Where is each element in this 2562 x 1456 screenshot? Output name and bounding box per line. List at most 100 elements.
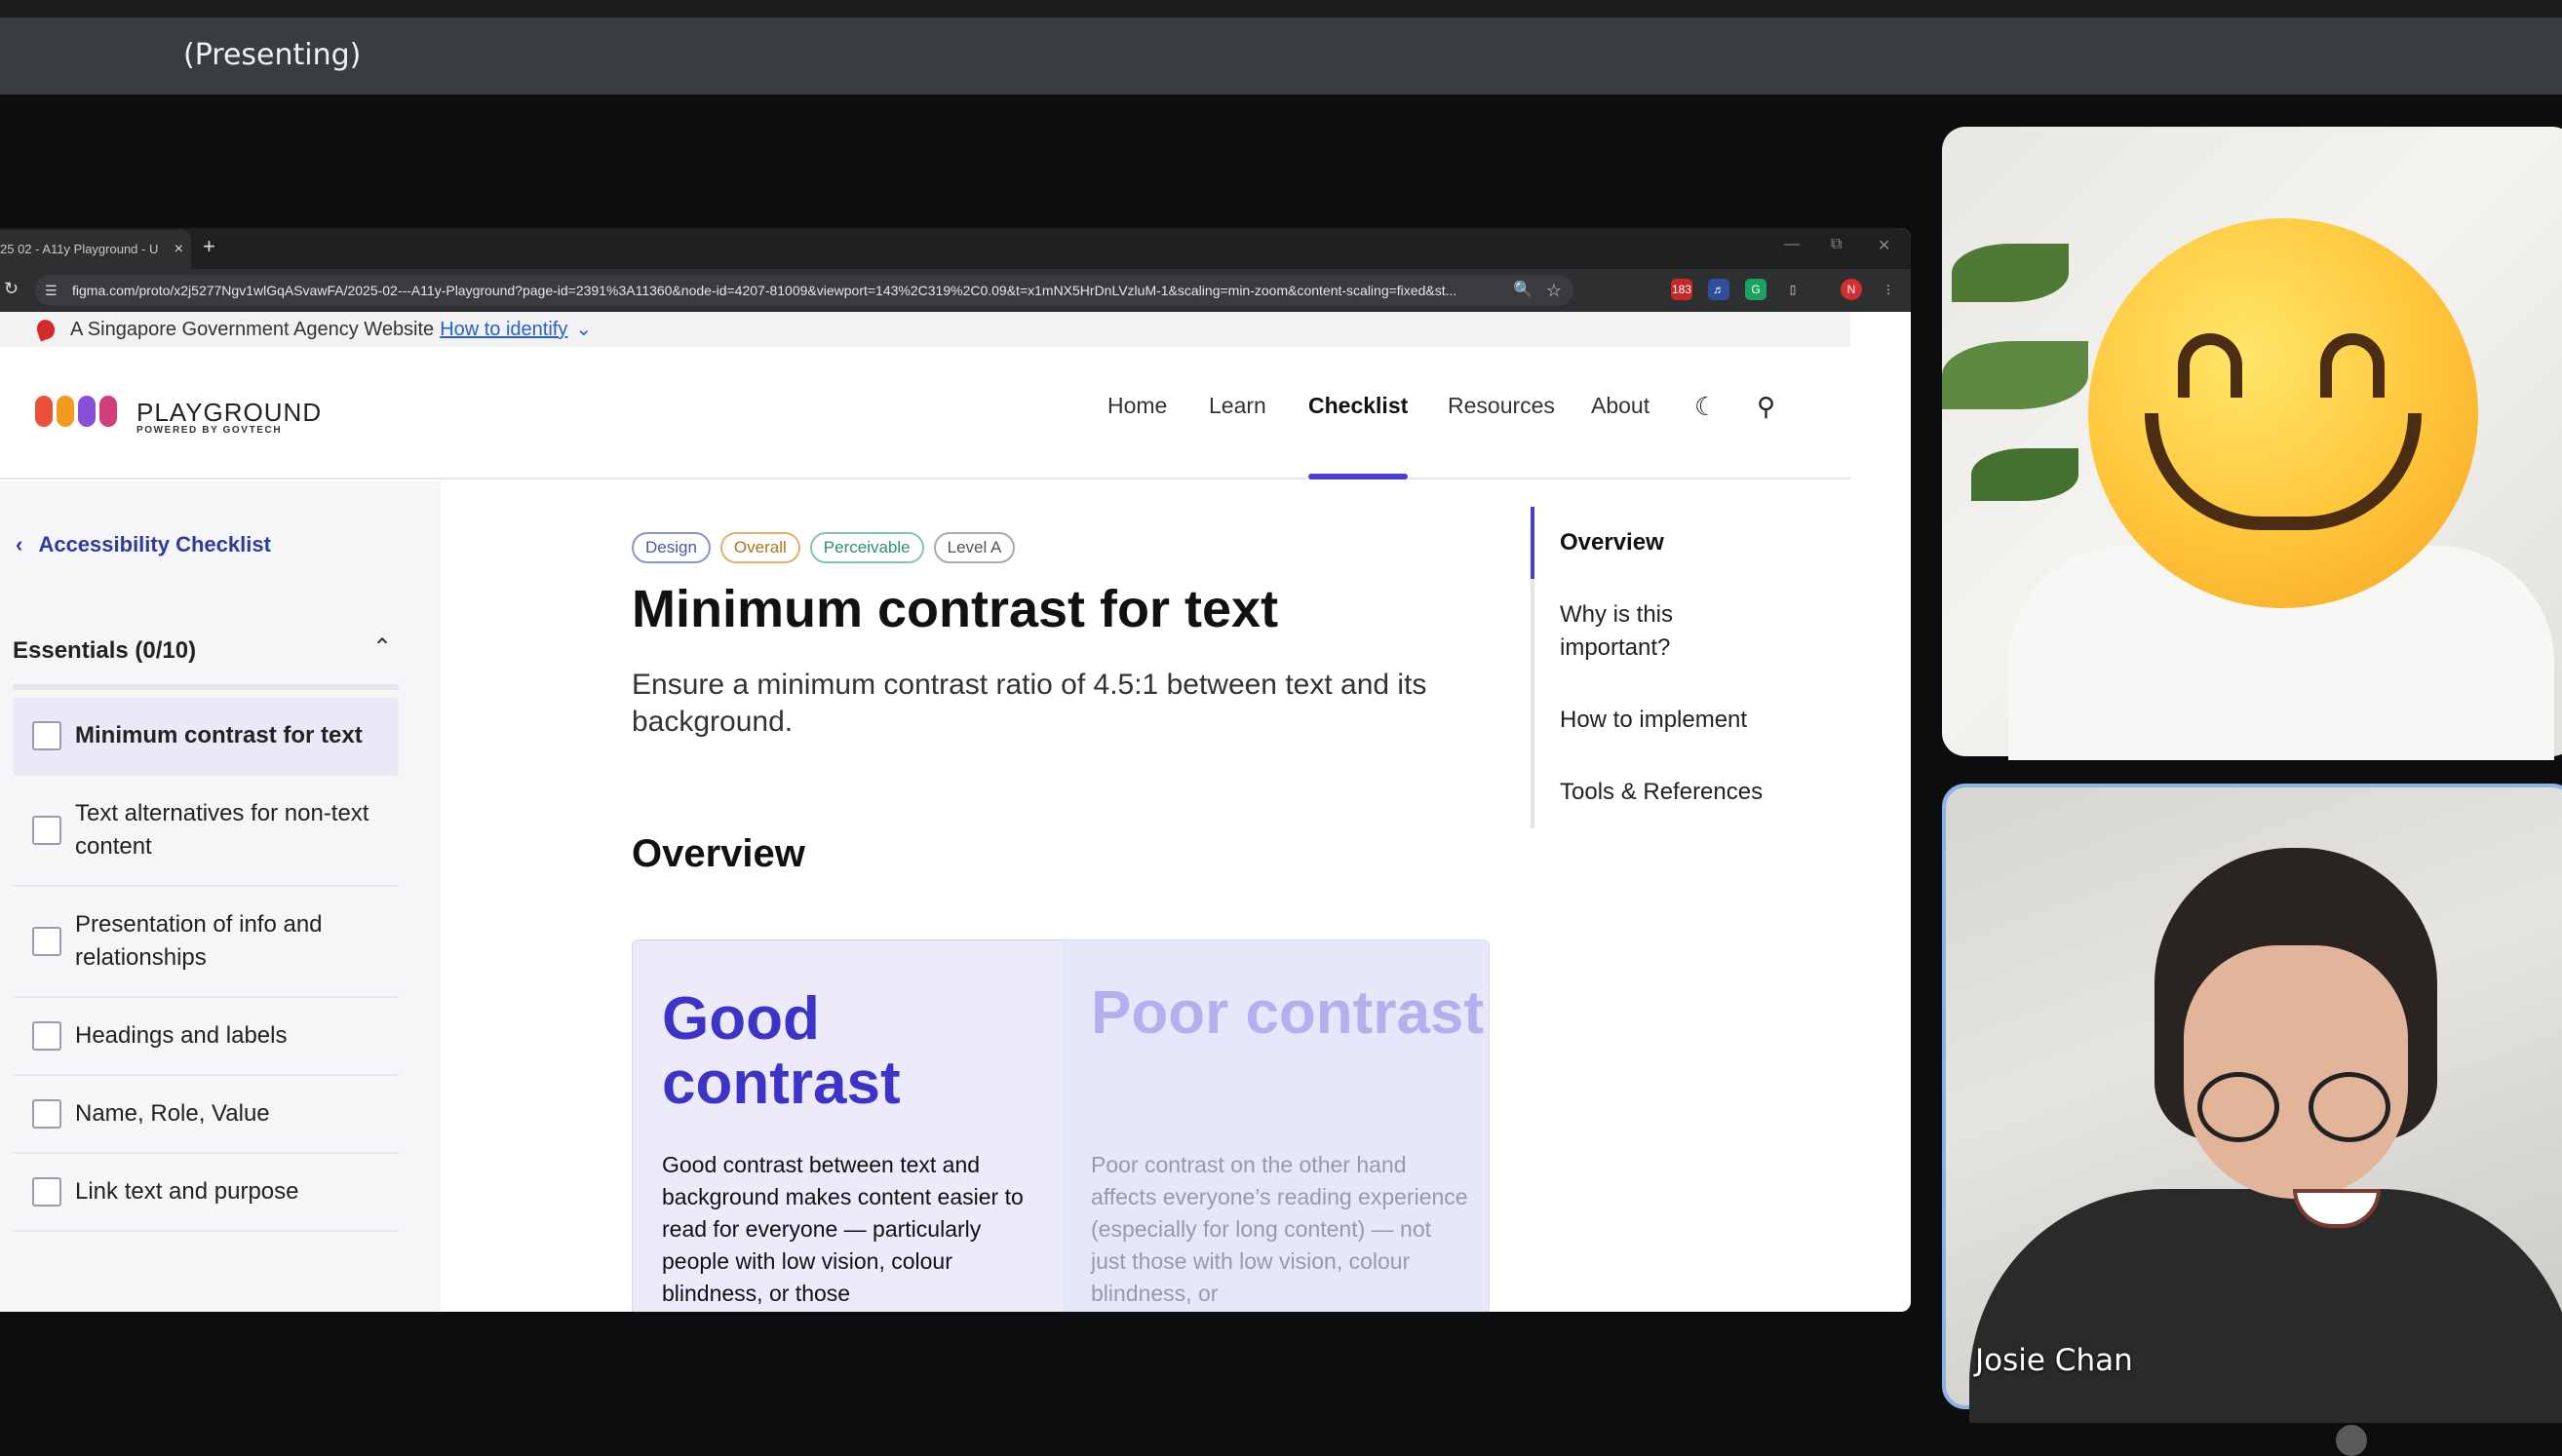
essentials-section-title[interactable]: Essentials (0/10) xyxy=(13,637,196,665)
plant-leaf xyxy=(1952,244,2069,302)
close-tab-icon[interactable]: × xyxy=(175,230,183,269)
poor-contrast-heading: Poor contrast xyxy=(1091,979,1485,1047)
chevron-left-icon: ‹ xyxy=(16,532,23,556)
chevron-up-icon[interactable]: ⌃ xyxy=(372,633,392,662)
flag-icon xyxy=(34,317,58,342)
glasses-lens xyxy=(2197,1072,2279,1142)
emoji-mouth xyxy=(2145,413,2422,530)
menu-icon[interactable]: ⋮ xyxy=(1878,279,1899,300)
nav-home[interactable]: Home xyxy=(1107,347,1167,479)
site-settings-icon[interactable]: ☰ xyxy=(45,275,58,306)
tag-design: Design xyxy=(632,532,711,563)
more-options-icon[interactable] xyxy=(2336,1425,2367,1456)
star-icon[interactable]: ☆ xyxy=(1546,275,1562,306)
glasses-lens xyxy=(2309,1072,2390,1142)
chevron-down-icon[interactable]: ⌄ xyxy=(575,319,592,340)
checklist-item[interactable]: Minimum contrast for text xyxy=(13,698,399,776)
minimize-icon[interactable]: — xyxy=(1784,236,1800,253)
item-checkbox[interactable] xyxy=(32,1099,61,1129)
presenting-bar: (Presenting) xyxy=(0,18,2562,95)
gov-banner-text: A Singapore Government Agency Website xyxy=(70,319,435,340)
contrast-comparison-card: Good contrast Good contrast between text… xyxy=(632,939,1490,1312)
back-link-label: Accessibility Checklist xyxy=(38,532,271,556)
site-header: PLAYGROUND POWERED BY GOVTECH Home Learn… xyxy=(0,347,1850,479)
item-checkbox[interactable] xyxy=(32,1177,61,1207)
logo-mark xyxy=(99,396,117,427)
item-checkbox[interactable] xyxy=(32,1021,61,1051)
smiling-emoji-icon xyxy=(2088,218,2478,608)
logo-title: PLAYGROUND xyxy=(136,398,323,427)
item-label: Presentation of info and relationships xyxy=(75,911,323,971)
close-window-icon[interactable]: ✕ xyxy=(1878,236,1890,255)
good-contrast-panel: Good contrast Good contrast between text… xyxy=(633,940,1062,1312)
logo-mark xyxy=(78,396,96,427)
checklist-item[interactable]: Text alternatives for non-text content xyxy=(13,776,399,887)
logo-mark xyxy=(35,396,53,427)
search-icon[interactable]: ⚲ xyxy=(1757,392,1775,422)
shared-screen: 25 02 - A11y Playground - U × + — ⧉ ✕ ↻ … xyxy=(0,228,1911,1312)
browser-tab[interactable]: 25 02 - A11y Playground - U × xyxy=(0,230,191,269)
ext-audio-icon[interactable]: ♬ xyxy=(1708,279,1729,300)
toc-why-important[interactable]: Why is this important? xyxy=(1531,579,1716,684)
checklist-item[interactable]: Link text and purpose xyxy=(13,1154,399,1232)
address-bar-row: ↻ ☰ figma.com/proto/x2j5277Ngv1wlGqASvaw… xyxy=(0,269,1911,312)
item-checkbox[interactable] xyxy=(32,816,61,845)
os-top-strip xyxy=(0,0,2562,18)
tag-list: Design Overall Perceivable Level A xyxy=(632,532,1025,563)
nav-learn[interactable]: Learn xyxy=(1209,347,1266,479)
zoom-icon[interactable]: 🔍 xyxy=(1513,275,1533,306)
tag-level: Level A xyxy=(933,532,1016,563)
poor-contrast-body: Poor contrast on the other hand affects … xyxy=(1091,1152,1468,1306)
item-label: Name, Role, Value xyxy=(75,1100,270,1127)
participant-name: Josie Chan xyxy=(1975,1343,2133,1378)
checklist-sidebar: ‹ Accessibility Checklist Essentials (0/… xyxy=(0,481,441,1312)
page-description: Ensure a minimum contrast ratio of 4.5:1… xyxy=(632,669,1427,738)
emoji-eye xyxy=(2320,333,2385,398)
item-label: Minimum contrast for text xyxy=(75,722,363,748)
checklist-item[interactable]: Presentation of info and relationships xyxy=(13,887,399,998)
emoji-eye xyxy=(2178,333,2242,398)
checklist-item[interactable]: Name, Role, Value xyxy=(13,1076,399,1154)
plant-leaf xyxy=(1971,448,2078,501)
how-to-identify-link[interactable]: How to identify xyxy=(440,319,567,340)
item-label: Link text and purpose xyxy=(75,1178,299,1205)
nav-resources[interactable]: Resources xyxy=(1448,347,1555,479)
profile-avatar[interactable]: N xyxy=(1841,279,1862,300)
item-checkbox[interactable] xyxy=(32,927,61,956)
toc-overview[interactable]: Overview xyxy=(1531,507,1784,579)
moon-icon[interactable]: ☾ xyxy=(1694,392,1717,422)
toc-how-to-implement[interactable]: How to implement xyxy=(1531,684,1784,756)
overview-heading: Overview xyxy=(632,832,805,875)
participant-face xyxy=(2184,945,2408,1228)
logo-subtitle: POWERED BY GOVTECH xyxy=(136,425,283,436)
nav-about[interactable]: About xyxy=(1591,347,1650,479)
reload-icon[interactable]: ↻ xyxy=(4,279,19,299)
extensions-icon[interactable]: ▯ xyxy=(1782,279,1804,300)
item-checkbox[interactable] xyxy=(32,721,61,750)
checklist-items: Minimum contrast for text Text alternati… xyxy=(13,698,399,1232)
checklist-item[interactable]: Headings and labels xyxy=(13,998,399,1076)
ext-grammar-icon[interactable]: G xyxy=(1745,279,1766,300)
essentials-progress xyxy=(13,684,399,690)
good-contrast-heading: Good contrast xyxy=(662,985,901,1117)
back-to-checklist-link[interactable]: ‹ Accessibility Checklist xyxy=(16,532,271,557)
item-label: Headings and labels xyxy=(75,1022,288,1049)
address-bar[interactable]: ☰ figma.com/proto/x2j5277Ngv1wlGqASvawFA… xyxy=(35,275,1573,306)
nav-checklist[interactable]: Checklist xyxy=(1308,347,1409,479)
tag-overall: Overall xyxy=(719,532,800,563)
participant-smile xyxy=(2293,1189,2381,1228)
ext-badge-icon[interactable]: 183 xyxy=(1671,279,1692,300)
new-tab-button[interactable]: + xyxy=(203,234,215,259)
gov-banner: A Singapore Government Agency Website How… xyxy=(0,312,1850,347)
restore-icon[interactable]: ⧉ xyxy=(1831,236,1842,253)
page-title: Minimum contrast for text xyxy=(632,580,1279,638)
participant-video xyxy=(2116,848,2466,1394)
toc-tools-references[interactable]: Tools & References xyxy=(1531,756,1784,828)
browser-tab-bar: 25 02 - A11y Playground - U × + — ⧉ ✕ xyxy=(0,228,1911,269)
tag-perceivable: Perceivable xyxy=(809,532,924,563)
item-label: Text alternatives for non-text content xyxy=(75,800,369,860)
poor-contrast-panel: Poor contrast Poor contrast on the other… xyxy=(1062,940,1489,1312)
presenting-label: (Presenting) xyxy=(183,38,362,72)
good-contrast-body: Good contrast between text and backgroun… xyxy=(662,1152,1024,1306)
url-text: figma.com/proto/x2j5277Ngv1wlGqASvawFA/2… xyxy=(72,283,1457,298)
